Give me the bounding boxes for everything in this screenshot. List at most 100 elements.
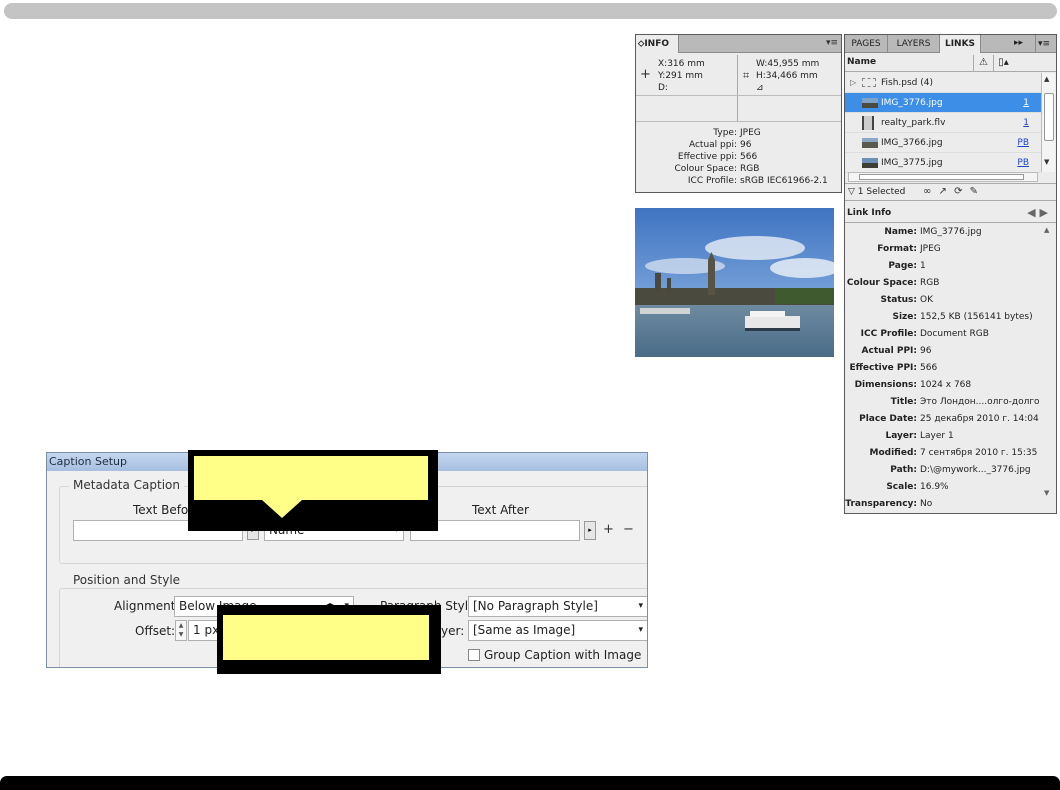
link-info-title: Link Info — [847, 208, 892, 218]
link-page[interactable]: PB — [1015, 153, 1029, 173]
link-info-value: OK — [920, 295, 933, 305]
image-thumbnail-icon — [862, 138, 878, 148]
link-info-key: Place Date: — [859, 414, 917, 424]
info-w: W:45,955 mm — [756, 59, 820, 69]
group-caption-checkbox[interactable] — [468, 649, 480, 661]
london-photo — [635, 208, 834, 357]
link-info-key: Name: — [884, 227, 917, 237]
add-icon[interactable]: + — [603, 522, 614, 537]
scroll-thumb[interactable] — [1044, 93, 1054, 141]
link-info-row: Path: D:\@mywork..._3776.jpg — [845, 462, 1041, 479]
info-tab[interactable]: ⬦INFO — [636, 35, 679, 53]
link-info-nav-icons[interactable]: ◀▶ — [1027, 206, 1052, 219]
image-thumbnail-icon — [862, 98, 878, 108]
link-info-key: Actual PPI: — [861, 346, 917, 356]
image-thumbnail-icon — [862, 158, 878, 168]
links-horizontal-scrollbar[interactable] — [848, 172, 1038, 182]
link-name: IMG_3766.jpg — [881, 138, 943, 148]
link-info-header: Link Info ◀▶ — [845, 205, 1056, 223]
link-info-row: Scale: 16.9% — [845, 479, 1041, 496]
scroll-down-icon[interactable]: ▼ — [1044, 158, 1049, 166]
panel-menu-icon[interactable]: ▾≡ — [1035, 35, 1050, 53]
list-item[interactable]: IMG_3775.jpg PB — [845, 153, 1041, 173]
link-info-value: 1024 x 768 — [920, 380, 972, 390]
link-info-row: Title: Это Лондон....олго-долго — [845, 394, 1041, 411]
page-column-icon[interactable]: ▯▴ — [993, 55, 1013, 71]
tab-links-label: LINKS — [944, 39, 976, 49]
links-panel: PAGES LAYERS LINKS ▸▸ ▾≡ Name ⚠ ▯▴ ▷ Fis… — [844, 34, 1057, 514]
offset-stepper[interactable]: ▲ ▼ — [175, 620, 187, 641]
film-icon — [862, 116, 874, 130]
list-item[interactable]: IMG_3766.jpg PB — [845, 133, 1041, 153]
metadata-caption-title: Metadata Caption — [69, 478, 184, 492]
info-key: ICC Profile: — [687, 176, 737, 186]
link-info-key: Title: — [890, 397, 917, 407]
layer-value: [Same as Image] — [473, 623, 576, 637]
panel-expand-icon[interactable]: ▸▸ — [1014, 38, 1023, 48]
callout-top-fill — [194, 456, 428, 500]
link-info-key: Format: — [877, 244, 917, 254]
links-vertical-scrollbar[interactable]: ▲ ▼ — [1041, 73, 1055, 172]
link-page[interactable]: PB — [1015, 133, 1029, 153]
link-info-key: Modified: — [869, 448, 917, 458]
list-item[interactable]: realty_park.flv 1 — [845, 113, 1041, 133]
list-item[interactable]: ▷ Fish.psd (4) — [845, 73, 1041, 93]
link-tools-icons[interactable]: ∞ ↗ ⟳ ✎ — [923, 184, 980, 200]
link-info-row: Colour Space: RGB — [845, 275, 1041, 292]
info-details: Type: JPEG Actual ppi: 96 Effective ppi: 56… — [636, 127, 841, 187]
info-row: Effective ppi: 566 — [636, 151, 841, 163]
alignment-label: Alignment: — [114, 599, 180, 613]
link-info-value: D:\@mywork..._3776.jpg — [920, 465, 1031, 475]
info-value: JPEG — [740, 128, 761, 138]
link-info-row: Layer: Layer 1 — [845, 428, 1041, 445]
tab-layers[interactable]: LAYERS — [888, 35, 940, 53]
link-name: IMG_3775.jpg — [881, 158, 943, 168]
link-info-key: Size: — [892, 312, 917, 322]
panel-menu-icon[interactable]: ▾≡ — [826, 38, 838, 48]
links-column-header: Name ⚠ ▯▴ — [845, 54, 1056, 72]
column-name-header[interactable]: Name — [847, 57, 876, 67]
info-value: 566 — [740, 152, 758, 162]
insert-special-character-button[interactable]: ▸ — [584, 521, 596, 540]
tab-links[interactable]: LINKS — [940, 35, 981, 53]
link-info-row: Status: OK — [845, 292, 1041, 309]
link-info-value: JPEG — [920, 244, 941, 254]
remove-icon[interactable]: − — [623, 522, 634, 537]
link-info-key: Scale: — [886, 482, 917, 492]
link-info-value: 152,5 KB (156141 bytes) — [920, 312, 1033, 322]
link-info-row: Page: 1 — [845, 258, 1041, 275]
info-d: D: — [658, 83, 668, 93]
scroll-up-icon[interactable]: ▲ — [1044, 226, 1049, 234]
tab-layers-label: LAYERS — [896, 39, 931, 49]
link-info-value: RGB — [920, 278, 940, 288]
tab-pages[interactable]: PAGES — [845, 35, 888, 53]
expand-triangle-icon[interactable]: ▷ — [850, 73, 856, 93]
info-h: H:34,466 mm — [756, 71, 818, 81]
status-column-icon[interactable]: ⚠ — [973, 55, 993, 71]
scroll-thumb[interactable] — [859, 174, 1024, 180]
link-info-value: Document RGB — [920, 329, 989, 339]
chevron-down-icon: ▾ — [638, 625, 643, 635]
link-name: IMG_3776.jpg — [881, 98, 943, 108]
callout-top-pointer — [262, 500, 302, 518]
link-info-value: IMG_3776.jpg — [920, 227, 982, 237]
scroll-down-icon[interactable]: ▼ — [1044, 489, 1049, 497]
layer-select[interactable]: [Same as Image] ▾ — [468, 620, 647, 641]
link-page[interactable]: 1 — [1015, 93, 1029, 113]
offset-label: Offset: — [135, 624, 176, 638]
divider — [737, 55, 738, 121]
link-info-value: Это Лондон....олго-долго — [920, 397, 1040, 407]
paragraph-style-select[interactable]: [No Paragraph Style] ▾ — [468, 596, 647, 617]
info-row: Type: JPEG — [636, 127, 841, 139]
angle-icon: ⊿ — [756, 83, 764, 93]
text-after-label: Text After — [472, 503, 529, 517]
bottom-bar — [0, 776, 1060, 790]
link-info-value: 16.9% — [920, 482, 949, 492]
list-item[interactable]: IMG_3776.jpg 1 — [845, 93, 1041, 113]
link-info-scrollbar[interactable]: ▲ ▼ — [1041, 224, 1055, 504]
info-value: RGB — [740, 164, 760, 174]
link-page[interactable]: 1 — [1015, 113, 1029, 133]
scroll-up-icon[interactable]: ▲ — [1044, 75, 1049, 83]
link-info-key: Dimensions: — [854, 380, 917, 390]
top-bar — [4, 3, 1057, 19]
